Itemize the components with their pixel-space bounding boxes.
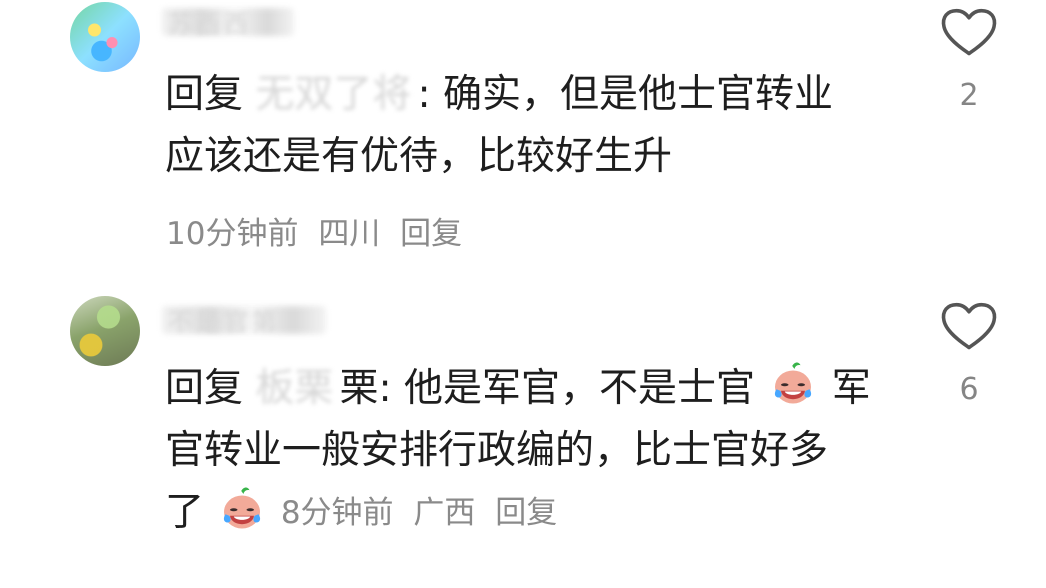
comment-line-1-text-b: 军 — [831, 366, 871, 411]
avatar[interactable] — [70, 296, 140, 366]
crying-laughing-face-icon — [775, 362, 812, 404]
like-count: 6 — [959, 372, 979, 407]
reply-prefix: 回复 — [165, 72, 244, 117]
comment-meta: 10分钟前 四川 回复 — [166, 208, 472, 253]
reply-separator: 栗: — [339, 366, 392, 411]
heart-icon[interactable] — [940, 8, 998, 58]
reply-user[interactable]: 无双了将 — [255, 64, 411, 126]
comment-text: 回复 无双了将: 确实，但是他士官转业 应该还是有优待，比较好生升 — [165, 64, 925, 188]
crying-laughing-face-icon — [224, 487, 261, 529]
comment-location: 广西 — [413, 495, 476, 531]
reply-button[interactable]: 回复 — [495, 495, 557, 531]
comment-line-3: 了 8分钟前 广西 回复 — [165, 482, 925, 544]
comment-line-1: 回复 板栗 栗: 他是军官，不是士官 军 — [165, 358, 925, 420]
like-count: 2 — [959, 78, 979, 113]
like-control[interactable]: 2 — [938, 8, 1000, 113]
like-control[interactable]: 6 — [938, 302, 1000, 407]
comment-meta-inline: 8分钟前 广西 回复 — [281, 495, 567, 531]
comment-line-1: 回复 无双了将: 确实，但是他士官转业 — [165, 64, 925, 126]
comment-line-1-text-a: 他是军官，不是士官 — [391, 366, 755, 411]
reply-user[interactable]: 板栗 — [255, 358, 333, 420]
comment-time: 10分钟前 — [166, 216, 299, 252]
comment-line-1-text: 确实，但是他士官转业 — [430, 72, 833, 117]
username[interactable]: 不是官第 — [168, 302, 280, 337]
avatar[interactable] — [70, 2, 140, 72]
comment-line-3-start: 了 — [165, 490, 205, 535]
username[interactable]: 苏西西 — [168, 4, 252, 39]
comment-line-2: 官转业一般安排行政编的，比士官好多 — [165, 428, 829, 473]
reply-button[interactable]: 回复 — [400, 216, 462, 252]
comment-text: 回复 板栗栗: 他是军官，不是士官 军 官转业一般安排行政编的，比士官好多 了 — [165, 358, 925, 544]
reply-separator: : — [417, 72, 431, 117]
comment-location: 四川 — [318, 216, 381, 252]
comment-time: 8分钟前 — [280, 495, 394, 531]
comment-line-2: 应该还是有优待，比较好生升 — [165, 134, 673, 179]
heart-icon[interactable] — [940, 302, 998, 352]
reply-prefix: 回复 — [165, 366, 244, 411]
